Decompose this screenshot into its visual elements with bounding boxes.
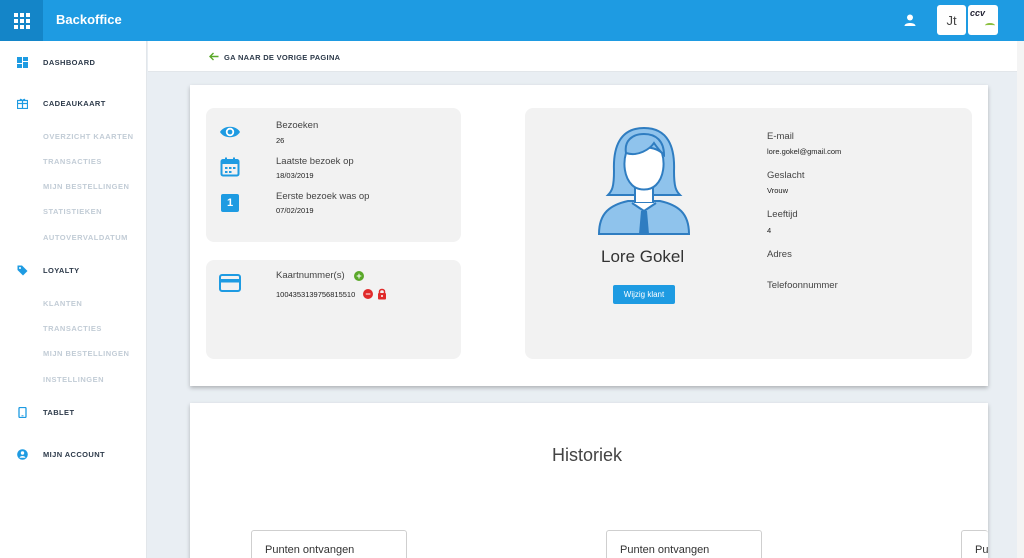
sidebar-item-loyalty[interactable]: LOYALTY (0, 260, 147, 280)
history-entry[interactable]: Punten ontvangen (251, 530, 407, 558)
age-label: Leeftijd (767, 209, 798, 220)
customer-name: Lore Gokel (601, 247, 685, 266)
sidebar-item-cadeaukaart[interactable]: CADEAUKAART (0, 93, 147, 113)
sidebar-item-overzicht-kaarten[interactable]: OVERZICHT KAARTEN (43, 132, 134, 141)
first-visit-label: Eerste bezoek was op (276, 191, 370, 202)
card-numbers-label: Kaartnummer(s) (276, 270, 345, 281)
sidebar-item-autovervaldatum[interactable]: AUTOVERVALDATUM (43, 233, 128, 242)
avatar (598, 126, 690, 235)
eye-icon (220, 126, 240, 138)
sidebar-item-instellingen[interactable]: INSTELLINGEN (43, 375, 104, 384)
remove-card-icon[interactable]: − (363, 289, 373, 299)
credit-card-icon (219, 274, 241, 292)
gift-card-icon (17, 98, 28, 109)
sidebar-item-transacties[interactable]: TRANSACTIES (43, 157, 102, 166)
profile-panel (525, 108, 972, 359)
sidebar-item-mijn-bestellingen[interactable]: MIJN BESTELLINGEN (43, 182, 129, 191)
back-bar: GA NAAR DE VORIGE PAGINA (148, 41, 1017, 72)
last-visit-value: 18/03/2019 (276, 171, 314, 180)
top-bar: Backoffice Jt ccv (0, 0, 1024, 41)
phone-label: Telefoonnummer (767, 280, 838, 291)
gender-label: Geslacht (767, 170, 805, 181)
visit-stats-panel (206, 108, 461, 242)
arrow-left-icon[interactable] (209, 52, 219, 61)
back-link[interactable]: GA NAAR DE VORIGE PAGINA (224, 53, 340, 62)
edit-customer-button[interactable]: Wijzig klant (613, 285, 675, 304)
tablet-icon (18, 406, 27, 418)
card-number: 1004353139756815510 (276, 290, 356, 299)
history-title: Historiek (552, 445, 623, 465)
app-title: Backoffice (56, 12, 122, 27)
apps-menu-button[interactable] (0, 0, 43, 41)
sidebar-item-mijn-account[interactable]: MIJN ACCOUNT (0, 444, 147, 464)
account-icon (17, 448, 28, 460)
user-icon[interactable] (903, 13, 917, 27)
scrollbar-track[interactable] (1017, 41, 1024, 558)
address-label: Adres (767, 249, 792, 260)
sidebar-item-statistieken[interactable]: STATISTIEKEN (43, 207, 102, 216)
user-initials-badge[interactable]: Jt (937, 5, 966, 35)
calendar-icon (220, 157, 240, 177)
visits-label: Bezoeken (276, 120, 319, 131)
email-value: lore.gokel@gmail.com (767, 147, 842, 156)
sidebar-item-klanten[interactable]: KLANTEN (43, 299, 82, 308)
first-visit-value: 07/02/2019 (276, 206, 314, 215)
tag-icon (17, 265, 28, 275)
gender-value: Vrouw (767, 186, 788, 195)
email-label: E-mail (767, 131, 794, 142)
apps-grid-icon (13, 12, 30, 29)
age-value: 4 (767, 226, 772, 235)
history-entry[interactable]: Pu (961, 530, 988, 558)
history-entry[interactable]: Punten ontvangen (606, 530, 762, 558)
calendar-day-icon: 1 (221, 194, 239, 212)
visits-value: 26 (276, 136, 285, 145)
sidebar-item-dashboard[interactable]: DASHBOARD (0, 52, 147, 72)
history-entry-label: Punten ontvangen (265, 544, 355, 556)
dashboard-icon (17, 56, 28, 68)
last-visit-label: Laatste bezoek op (276, 156, 354, 167)
ccv-logo[interactable]: ccv (968, 5, 998, 35)
sidebar-item-loyalty-bestellingen[interactable]: MIJN BESTELLINGEN (43, 349, 129, 358)
history-entry-label: Punten ontvangen (620, 544, 710, 556)
add-card-icon[interactable]: + (354, 271, 364, 281)
history-entry-label: Pu (975, 544, 988, 556)
sidebar: DASHBOARD CADEAUKAART OVERZICHT KAARTEN … (0, 41, 147, 558)
sidebar-item-tablet[interactable]: TABLET (0, 402, 147, 422)
lock-icon[interactable] (377, 288, 387, 300)
sidebar-item-loyalty-transacties[interactable]: TRANSACTIES (43, 324, 102, 333)
